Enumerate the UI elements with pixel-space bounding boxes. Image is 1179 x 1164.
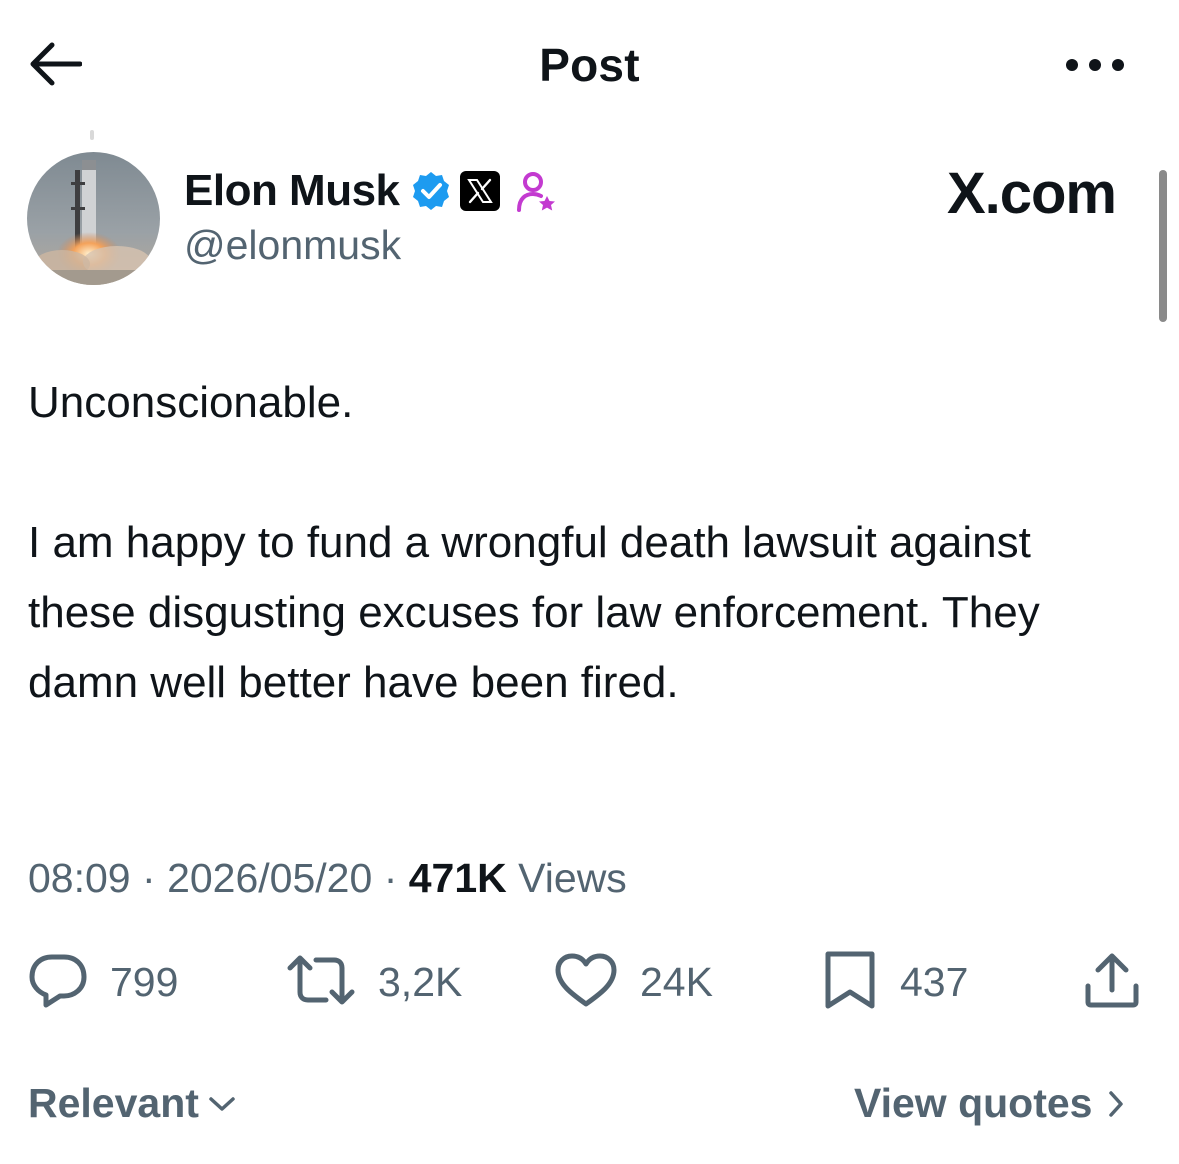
share-button[interactable] [1082,952,1142,1012]
thread-line [90,130,94,140]
chevron-down-icon [207,1094,237,1114]
author-name[interactable]: Elon Musk [184,166,400,216]
post-date: 2026/05/20 [167,855,373,901]
scrollbar[interactable] [1159,170,1167,322]
post-meta: 08:09 · 2026/05/20 · 471K Views [28,855,627,902]
like-button[interactable]: 24K [554,952,713,1012]
views-label: Views [518,855,627,901]
bookmark-count: 437 [900,958,969,1005]
rocket-launch-avatar [27,152,160,285]
source-label: X.com [946,161,1117,226]
post-time: 08:09 [28,855,131,901]
x-logo-icon [460,171,500,211]
avatar[interactable] [27,152,160,285]
verified-badge-icon [410,170,452,212]
view-quotes-label: View quotes [854,1080,1093,1126]
chevron-right-icon [1106,1089,1126,1119]
like-count: 24K [640,958,713,1005]
share-icon [1082,950,1142,1015]
post-text: Unconscionable. I am happy to fund a wro… [28,368,1138,718]
repost-icon [286,952,356,1013]
person-star-icon [516,170,556,214]
view-quotes-link[interactable]: View quotes [854,1080,1126,1127]
more-horizontal-icon [1065,58,1125,77]
replies-sort-dropdown[interactable]: Relevant [28,1080,237,1127]
reply-button[interactable]: 799 [28,952,178,1012]
heart-icon [554,952,618,1013]
post-paragraph: Unconscionable. [28,378,354,427]
repost-count: 3,2K [378,958,463,1005]
meta-separator: · [142,855,156,901]
meta-separator: · [383,855,398,901]
page-title: Post [539,39,640,91]
post-paragraph: I am happy to fund a wrongful death laws… [28,518,1040,707]
bookmark-button[interactable]: 437 [822,950,969,1015]
sort-label: Relevant [28,1080,199,1126]
reply-count: 799 [110,958,179,1005]
repost-button[interactable]: 3,2K [286,952,462,1012]
more-options-button[interactable] [1060,50,1130,84]
views-count[interactable]: 471K [409,855,507,901]
reply-icon [28,952,88,1013]
bookmark-icon [822,950,878,1015]
author-handle[interactable]: @elonmusk [184,222,401,269]
